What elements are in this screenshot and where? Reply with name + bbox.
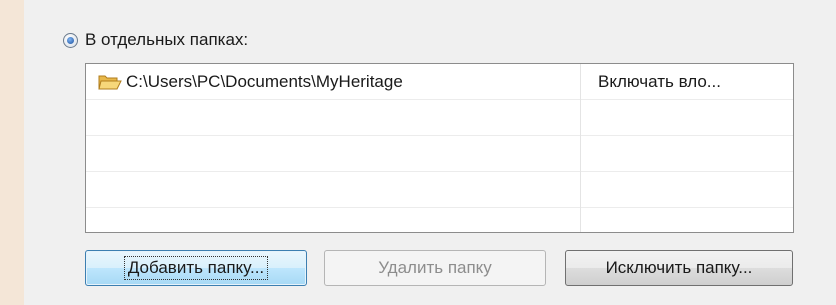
folder-list-row[interactable]: C:\Users\PC\Documents\MyHeritage Включат… (86, 64, 793, 100)
folder-open-icon (98, 73, 122, 91)
folder-option-cell[interactable]: Включать вло... (598, 64, 721, 100)
add-folder-label: Добавить папку... (123, 256, 269, 280)
remove-folder-label: Удалить папку (378, 258, 492, 277)
add-folder-button[interactable]: Добавить папку... (85, 250, 307, 286)
exclude-folder-label: Исключить папку... (605, 258, 753, 277)
folder-path-text: C:\Users\PC\Documents\MyHeritage (126, 72, 403, 91)
separate-folders-option[interactable]: В отдельных папках: (63, 28, 248, 52)
folder-path-cell: C:\Users\PC\Documents\MyHeritage (98, 64, 403, 100)
separate-folders-label[interactable]: В отдельных папках: (85, 30, 248, 50)
folder-list[interactable]: C:\Users\PC\Documents\MyHeritage Включат… (85, 63, 794, 233)
folder-list-row (86, 172, 793, 208)
separate-folders-radio[interactable] (63, 32, 78, 48)
remove-folder-button[interactable]: Удалить папку (324, 250, 546, 286)
column-separator (580, 64, 581, 232)
exclude-folder-button[interactable]: Исключить папку... (565, 250, 793, 286)
folder-list-row (86, 136, 793, 172)
folder-list-row (86, 208, 793, 232)
radio-selected-dot (67, 36, 74, 44)
folder-list-row (86, 100, 793, 136)
